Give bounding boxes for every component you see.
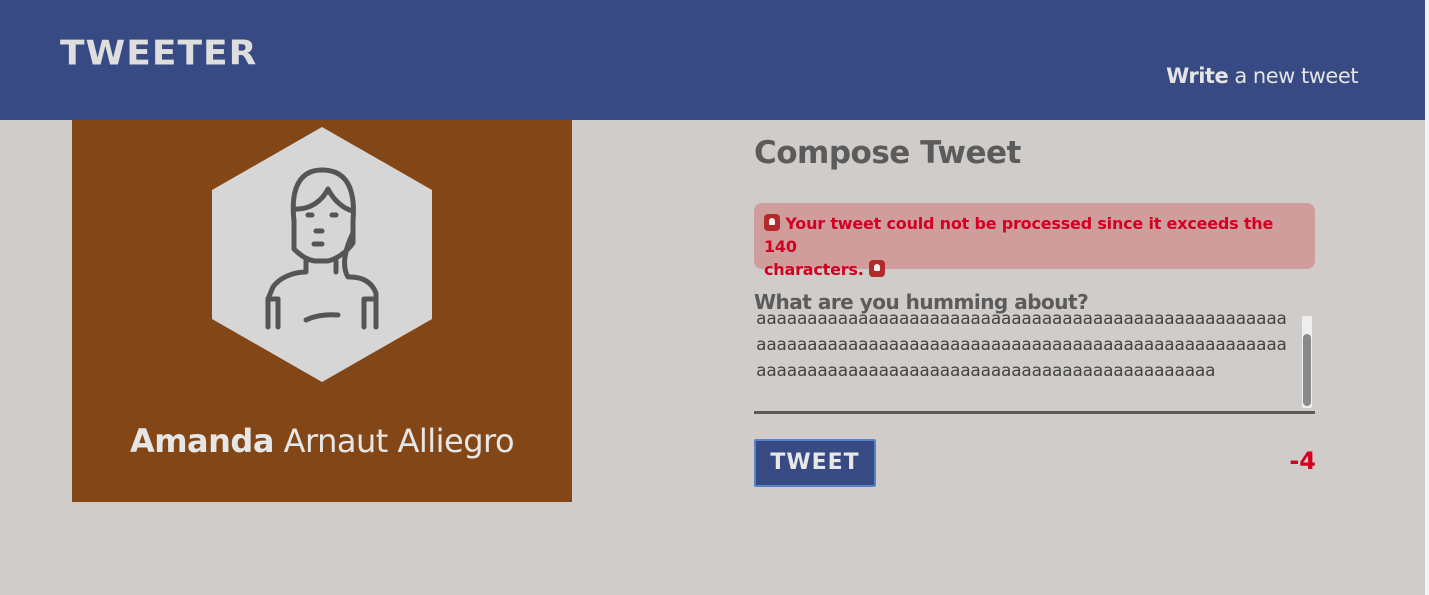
- siren-icon: [869, 260, 886, 277]
- tweet-prompt-label: What are you humming about?: [754, 290, 1089, 314]
- compose-title: Compose Tweet: [754, 135, 1021, 171]
- textarea-scrollbar[interactable]: [1302, 316, 1312, 408]
- woman-avatar-icon: [212, 127, 432, 382]
- tweet-button[interactable]: TWEET: [754, 439, 876, 487]
- character-counter: -4: [1289, 447, 1316, 475]
- page-right-edge: [1425, 0, 1429, 595]
- tweet-textarea[interactable]: aaaaaaaaaaaaaaaaaaaaaaaaaaaaaaaaaaaaaaaa…: [754, 314, 1315, 414]
- write-new-tweet-link-bold: Write: [1166, 64, 1229, 88]
- error-message-line1: Your tweet could not be processed since …: [764, 214, 1274, 256]
- error-message-line2: characters.: [764, 260, 864, 279]
- profile-card: Amanda Arnaut Alliegro: [72, 120, 572, 502]
- textarea-scrollbar-thumb[interactable]: [1303, 334, 1311, 406]
- write-new-tweet-link[interactable]: Write a new tweet: [1166, 66, 1358, 87]
- brand-logo[interactable]: TWEETER: [60, 36, 257, 71]
- tweet-textarea-value[interactable]: aaaaaaaaaaaaaaaaaaaaaaaaaaaaaaaaaaaaaaaa…: [756, 314, 1296, 384]
- navbar: TWEETER Write a new tweet: [0, 0, 1425, 120]
- profile-first-name: Amanda: [129, 422, 274, 460]
- siren-icon: [764, 214, 780, 231]
- profile-name: Amanda Arnaut Alliegro: [72, 425, 572, 457]
- write-new-tweet-link-rest: a new tweet: [1228, 64, 1358, 88]
- profile-last-name: Arnaut Alliegro: [273, 422, 515, 460]
- error-alert: Your tweet could not be processed since …: [754, 203, 1315, 279]
